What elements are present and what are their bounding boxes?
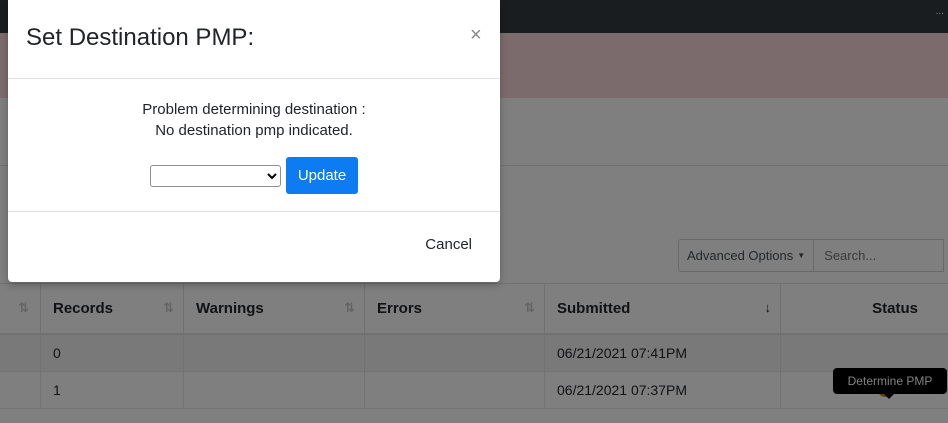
set-destination-modal: Set Destination PMP: × Problem determini… — [8, 0, 500, 282]
modal-footer: Cancel — [8, 212, 500, 282]
error-message-line-1: Problem determining destination : — [142, 101, 366, 118]
modal-header: Set Destination PMP: × — [8, 0, 500, 79]
update-button[interactable]: Update — [285, 157, 359, 194]
modal-body: Problem determining destination : No des… — [8, 79, 500, 212]
destination-form: Update — [8, 157, 500, 194]
destination-pmp-select[interactable] — [149, 164, 281, 187]
error-message-line-2: No destination pmp indicated. — [155, 122, 353, 139]
modal-title: Set Destination PMP: — [26, 24, 255, 51]
cancel-button[interactable]: Cancel — [425, 236, 472, 253]
close-icon[interactable]: × — [470, 24, 482, 47]
